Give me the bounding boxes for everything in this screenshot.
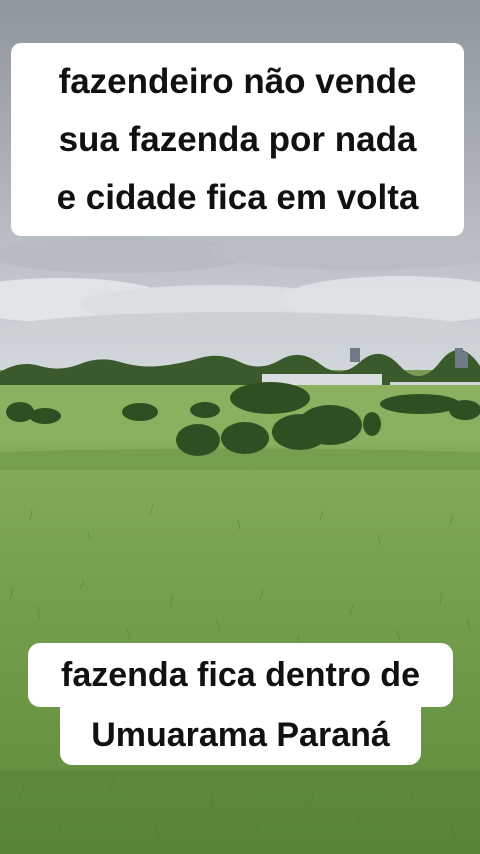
caption-top-line-3: e cidade fica em volta: [56, 177, 419, 217]
caption-bottom-line-1: fazenda fica dentro de: [28, 643, 453, 707]
caption-top-line-1: fazendeiro não vende: [58, 61, 417, 101]
caption-top-line-2: sua fazenda por nada: [58, 119, 417, 159]
clouds: [0, 230, 480, 348]
caption-top: fazendeiro não vende sua fazenda por nad…: [11, 43, 464, 236]
caption-bottom-line-2: Umuarama Paraná: [60, 705, 421, 765]
